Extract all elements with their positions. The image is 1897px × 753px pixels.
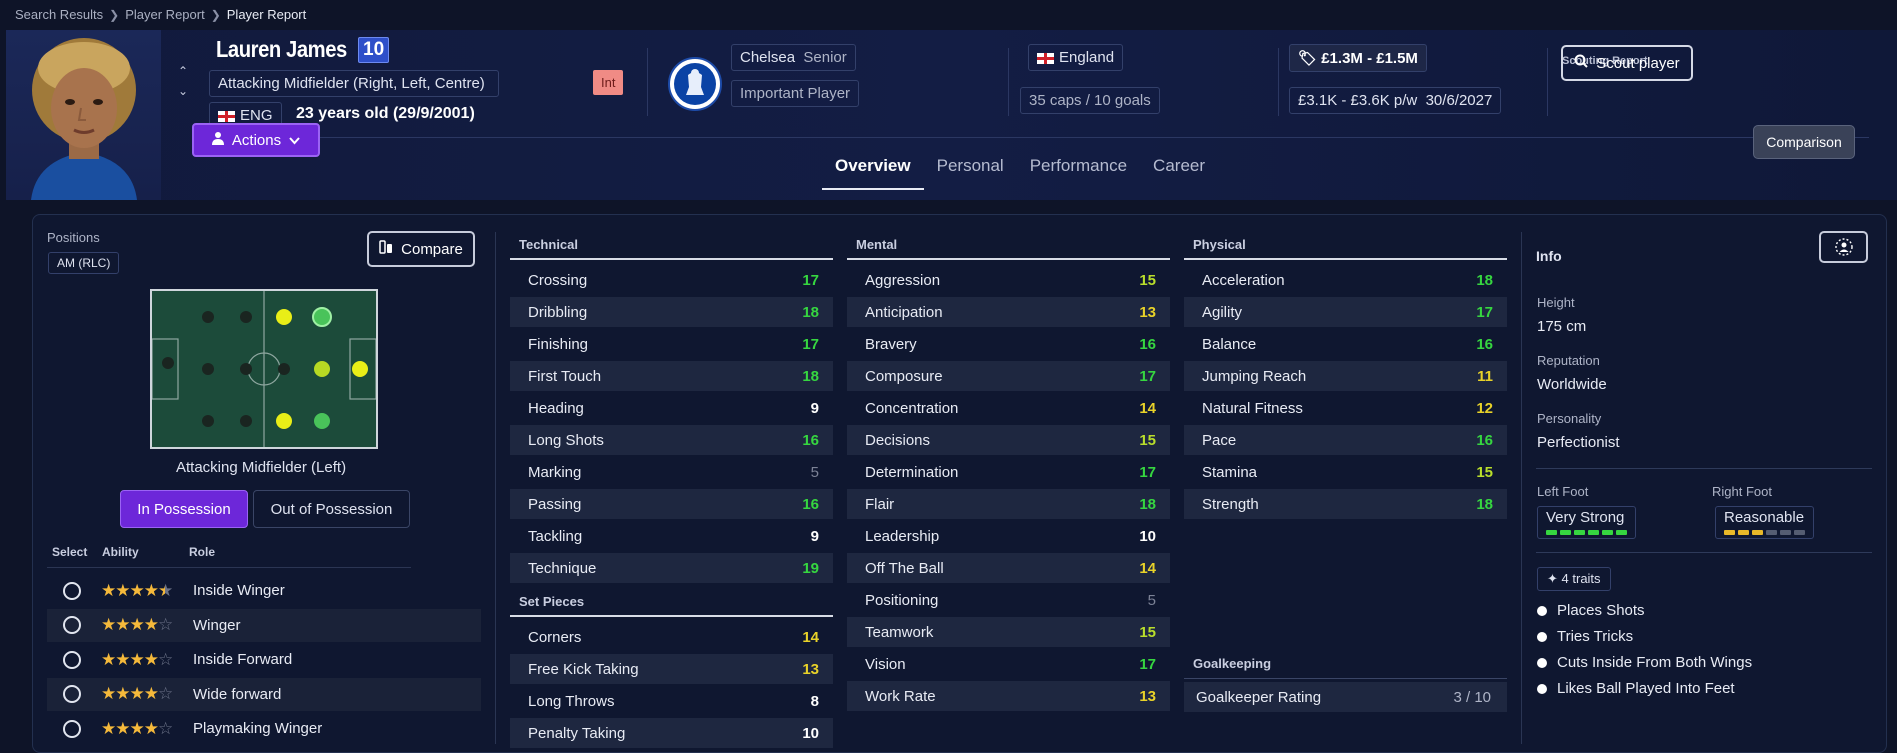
star-rating-icon: ★★★★☆ bbox=[101, 718, 173, 738]
trait-item: Places Shots bbox=[1537, 602, 1645, 619]
attribute-value: 10 bbox=[802, 724, 819, 742]
bullet-icon bbox=[1537, 605, 1547, 616]
bullet-icon bbox=[1537, 657, 1547, 668]
trait-item: Tries Tricks bbox=[1537, 628, 1633, 645]
trait-name: Cuts Inside From Both Wings bbox=[1557, 654, 1753, 671]
role-select-radio[interactable] bbox=[63, 719, 81, 738]
trait-item: Cuts Inside From Both Wings bbox=[1537, 654, 1752, 671]
role-name: Playmaking Winger bbox=[193, 720, 323, 737]
bullet-icon bbox=[1537, 631, 1547, 642]
attribute-row-penalty-taking[interactable]: Penalty Taking 10 bbox=[510, 718, 833, 748]
trait-name: Tries Tricks bbox=[1557, 628, 1634, 645]
trait-item: Likes Ball Played Into Feet bbox=[1537, 680, 1735, 697]
trait-name: Places Shots bbox=[1557, 602, 1645, 619]
traits-list: Places Shots Tries Tricks Cuts Inside From… bbox=[0, 0, 1897, 698]
attribute-name: Penalty Taking bbox=[528, 724, 626, 742]
role-row-playmaking-winger[interactable]: ★★★★☆ Playmaking Winger bbox=[47, 712, 481, 745]
bullet-icon bbox=[1537, 683, 1547, 694]
trait-name: Likes Ball Played Into Feet bbox=[1557, 680, 1735, 697]
